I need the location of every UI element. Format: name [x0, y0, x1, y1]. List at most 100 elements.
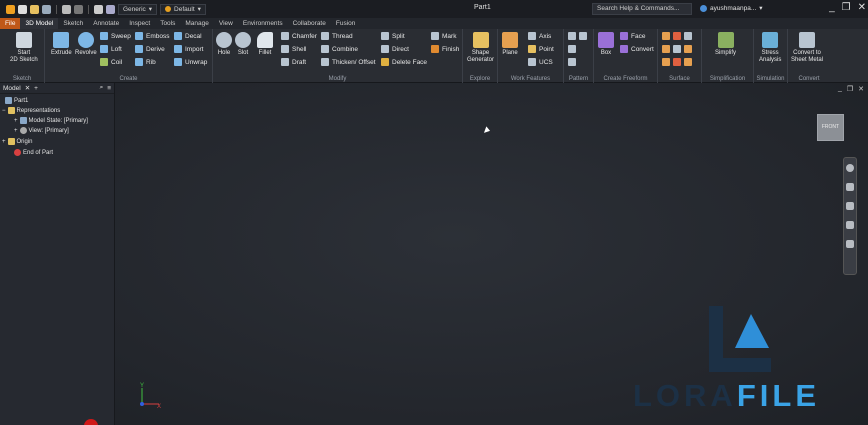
mark-icon [431, 32, 439, 40]
tab-manage[interactable]: Manage [180, 18, 214, 29]
new-icon[interactable] [18, 4, 27, 14]
tree-item-origin[interactable]: + Origin [2, 138, 33, 145]
split-button[interactable]: Split [381, 32, 405, 40]
tab-inspect[interactable]: Inspect [124, 18, 155, 29]
tab-view[interactable]: View [214, 18, 238, 29]
save-icon[interactable] [42, 4, 51, 14]
rib-button[interactable]: Rib [135, 58, 156, 66]
app-logo-icon[interactable] [6, 4, 15, 14]
slot-button[interactable]: Slot [235, 32, 251, 57]
combine-button[interactable]: Combine [321, 45, 358, 53]
coil-button[interactable]: Coil [100, 58, 122, 66]
surface-tools-row3[interactable] [662, 58, 692, 66]
tree-item-view[interactable]: + View: [Primary] [14, 127, 69, 134]
fillet-button[interactable]: Fillet [257, 32, 273, 57]
plane-button[interactable]: Plane [502, 32, 518, 57]
orbit-icon[interactable] [846, 221, 854, 229]
face-button[interactable]: Face [620, 32, 645, 40]
expand-icon[interactable]: + [2, 139, 6, 145]
material-combo[interactable]: Generic ▾ [118, 3, 158, 15]
steering-wheel-icon[interactable] [846, 164, 854, 172]
minimize-icon[interactable]: _ [838, 85, 842, 93]
axis-button[interactable]: Axis [528, 32, 551, 40]
box-button[interactable]: Box [598, 32, 614, 57]
convert-freeform-button[interactable]: Convert [620, 45, 654, 53]
chamfer-button[interactable]: Chamfer [281, 32, 317, 40]
redo-icon[interactable] [74, 4, 83, 14]
search-icon[interactable]: ⌕ [100, 84, 104, 92]
collapse-icon[interactable]: − [2, 108, 6, 114]
undo-icon[interactable] [62, 4, 71, 14]
help-search-input[interactable]: Search Help & Commands... [592, 3, 692, 15]
tab-file[interactable]: File [0, 18, 21, 29]
open-icon[interactable] [30, 4, 39, 14]
sweep-button[interactable]: Sweep [100, 32, 131, 40]
menu-icon[interactable]: ≡ [107, 85, 111, 92]
viewcube[interactable]: FRONT [817, 114, 844, 141]
pan-icon[interactable] [846, 183, 854, 191]
finish-button[interactable]: Finish [431, 45, 459, 53]
tab-3d-model[interactable]: 3D Model [20, 18, 59, 29]
tab-annotate[interactable]: Annotate [88, 18, 124, 29]
close-icon[interactable]: ✕ [25, 84, 30, 92]
draft-button[interactable]: Draft [281, 58, 306, 66]
trim-icon [662, 45, 670, 53]
close-icon[interactable]: ✕ [858, 85, 864, 93]
tab-tools[interactable]: Tools [155, 18, 180, 29]
home-icon[interactable] [94, 4, 103, 14]
look-at-icon[interactable] [846, 240, 854, 248]
surface-tools-row1[interactable] [662, 32, 692, 40]
zoom-icon[interactable] [846, 202, 854, 210]
tab-sketch[interactable]: Sketch [58, 18, 88, 29]
expand-icon[interactable]: + [14, 128, 18, 134]
add-tab-icon[interactable]: + [34, 85, 38, 92]
import-icon [174, 45, 182, 53]
surface-tools-row2[interactable] [662, 45, 692, 53]
tree-item-model-state[interactable]: + Model State: [Primary] [14, 117, 88, 124]
rectangular-pattern-button[interactable] [568, 32, 587, 40]
delete-face-button[interactable]: Delete Face [381, 58, 427, 66]
delete-face-icon [381, 58, 389, 66]
decal-button[interactable]: Decal [174, 32, 202, 40]
sketch-pattern-button[interactable] [568, 58, 576, 66]
window-controls: _ ❐ ✕ [829, 2, 866, 13]
thicken-offset-button[interactable]: Thicken/ Offset [321, 58, 376, 66]
stress-analysis-button[interactable]: Stress Analysis [759, 32, 781, 64]
tree-item-part[interactable]: Part1 [5, 97, 28, 104]
close-icon[interactable]: ✕ [858, 2, 866, 13]
derive-button[interactable]: Derive [135, 45, 165, 53]
shape-generator-button[interactable]: Shape Generator [467, 32, 494, 64]
extrude-button[interactable]: Extrude [51, 32, 72, 57]
import-button[interactable]: Import [174, 45, 203, 53]
mark-button[interactable]: Mark [431, 32, 456, 40]
emboss-button[interactable]: Emboss [135, 32, 169, 40]
restore-icon[interactable]: ❐ [847, 85, 853, 93]
user-menu[interactable]: ayushmaanpa... ▾ [700, 4, 763, 12]
loft-button[interactable]: Loft [100, 45, 122, 53]
ucs-button[interactable]: UCS [528, 58, 553, 66]
z-axis-dot [140, 402, 144, 406]
expand-icon[interactable]: + [14, 118, 18, 124]
restore-icon[interactable]: ❐ [842, 2, 851, 13]
tab-environments[interactable]: Environments [238, 18, 288, 29]
revolve-button[interactable]: Revolve [75, 32, 97, 57]
unwrap-button[interactable]: Unwrap [174, 58, 207, 66]
convert-to-sheet-metal-button[interactable]: Convert to Sheet Metal [791, 32, 823, 64]
tab-collaborate[interactable]: Collaborate [288, 18, 331, 29]
minimize-icon[interactable]: _ [829, 2, 835, 13]
start-2d-sketch-button[interactable]: Start 2D Sketch [10, 32, 38, 64]
tree-item-end-of-part[interactable]: End of Part [14, 149, 53, 156]
appearance-combo[interactable]: Default ▾ [160, 3, 206, 15]
direct-button[interactable]: Direct [381, 45, 409, 53]
simplify-button[interactable]: Simplify [715, 32, 736, 57]
hole-button[interactable]: Hole [216, 32, 232, 57]
convert-icon [620, 45, 628, 53]
tree-item-representations[interactable]: − Representations [2, 107, 60, 114]
thread-button[interactable]: Thread [321, 32, 353, 40]
tab-fusion[interactable]: Fusion [331, 18, 361, 29]
shell-button[interactable]: Shell [281, 45, 306, 53]
browser-tab-model[interactable]: Model [3, 85, 21, 92]
point-button[interactable]: Point [528, 45, 554, 53]
circular-pattern-button[interactable] [568, 45, 576, 53]
measure-icon[interactable] [106, 4, 115, 14]
